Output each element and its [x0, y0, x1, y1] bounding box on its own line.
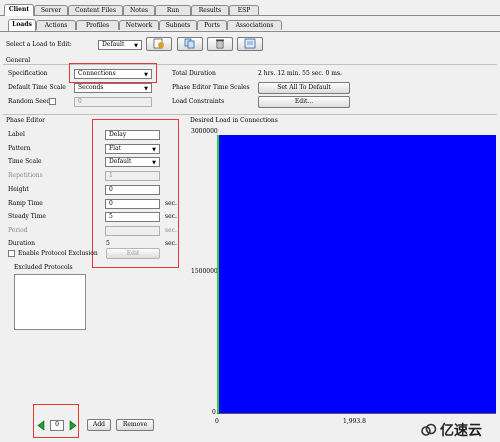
tab-content-files[interactable]: Content Files — [68, 5, 123, 15]
load-select[interactable]: Default ▼ — [98, 40, 142, 50]
tab-ports[interactable]: Ports — [197, 20, 227, 30]
specification-label: Specification — [8, 70, 48, 77]
chart-y-tick-bottom: 0 — [212, 409, 216, 416]
repetitions-label: Repetitions — [8, 172, 43, 179]
new-load-button[interactable] — [146, 37, 172, 51]
phase-label-label: Label — [8, 131, 25, 138]
tab-results[interactable]: Results — [191, 5, 229, 15]
set-all-default-button[interactable]: Set All To Default — [258, 82, 350, 94]
tab-run[interactable]: Run — [155, 5, 191, 15]
duration-label: Duration — [8, 240, 35, 247]
copy-load-icon — [184, 38, 195, 49]
cloud-logo-icon — [421, 423, 437, 436]
remove-phase-button[interactable]: Remove — [116, 419, 154, 431]
total-duration-value: 2 hrs. 12 min. 55 sec. 0 ms. — [258, 70, 342, 77]
tab-subnets[interactable]: Subnets — [159, 20, 197, 30]
enable-exclusion-label: Enable Protocol Exclusion — [18, 250, 98, 257]
tab-associations[interactable]: Associations — [227, 20, 282, 30]
chart-y-tick-top: 3000000 — [191, 128, 218, 135]
arrow-right-icon — [69, 420, 77, 431]
chart-x-tick-end: 1,993.8 — [343, 418, 366, 425]
tab-esp[interactable]: ESP — [229, 5, 259, 15]
steady-time-label: Steady Time — [8, 213, 46, 220]
load-constraints-label: Load Constraints — [172, 98, 225, 105]
chart-x-tick-start: 0 — [215, 418, 219, 425]
tab-client[interactable]: Client — [4, 4, 34, 16]
delete-load-button[interactable] — [207, 37, 233, 51]
add-phase-button[interactable]: Add — [87, 419, 111, 431]
excluded-protocols-list[interactable] — [14, 274, 86, 330]
delete-load-icon — [216, 39, 224, 49]
highlight-specification — [69, 63, 157, 83]
phase-editor-title: Phase Editor — [6, 117, 46, 124]
tab-profiles[interactable]: Profiles — [76, 20, 119, 30]
copy-load-button[interactable] — [177, 37, 203, 51]
sub-tab-bar: Loads Actions Profiles Network Subnets P… — [0, 19, 500, 31]
tab-server[interactable]: Server — [34, 5, 68, 15]
random-seed-checkbox[interactable] — [49, 98, 56, 105]
sub-tab-divider — [0, 31, 500, 32]
prev-phase-button[interactable] — [36, 420, 46, 431]
chart-series-line — [217, 135, 219, 413]
properties-icon — [244, 38, 256, 49]
phase-editor-divider — [3, 114, 497, 115]
default-time-scale-label: Default Time Scale — [8, 84, 66, 91]
tab-actions[interactable]: Actions — [36, 20, 76, 30]
enable-exclusion-checkbox[interactable] — [8, 250, 15, 257]
tab-notes[interactable]: Notes — [123, 5, 155, 15]
pattern-label: Pattern — [8, 145, 31, 152]
watermark-logo: 亿速云 — [420, 420, 482, 440]
default-time-scale-value: Seconds — [78, 84, 104, 91]
top-tab-divider — [0, 15, 500, 16]
load-select-label: Select a Load to Edit: — [6, 41, 72, 48]
phase-index-input[interactable]: 0 — [50, 420, 64, 431]
next-phase-button[interactable] — [68, 420, 78, 431]
ramp-time-label: Ramp Time — [8, 200, 43, 207]
chevron-down-icon: ▼ — [134, 43, 138, 49]
chart-plot-area — [217, 135, 496, 413]
excluded-protocols-label: Excluded Protocols — [14, 264, 73, 271]
period-label: Period — [8, 227, 28, 234]
tab-loads[interactable]: Loads — [8, 19, 36, 31]
default-time-scale-select[interactable]: Seconds ▼ — [74, 83, 152, 93]
properties-button[interactable] — [237, 37, 263, 51]
phase-editor-time-scales-label: Phase Editor Time Scales — [172, 84, 250, 91]
watermark-text: 亿速云 — [440, 423, 482, 439]
total-duration-label: Total Duration — [172, 70, 216, 77]
chart-y-tick-mid: 1500000 — [191, 268, 218, 275]
load-constraints-edit-button[interactable]: Edit... — [258, 96, 350, 108]
chart-title: Desired Load in Connections — [190, 117, 278, 124]
load-select-value: Default — [102, 41, 125, 48]
exclusion-edit-button[interactable]: Edit — [106, 248, 160, 259]
height-label: Height — [8, 186, 29, 193]
tab-network[interactable]: Network — [119, 20, 159, 30]
highlight-phase-editor — [92, 119, 179, 268]
new-load-icon — [153, 38, 164, 49]
random-seed-input[interactable]: 0 — [74, 97, 152, 107]
phase-time-scale-label: Time Scale — [8, 158, 42, 165]
arrow-left-icon — [37, 420, 45, 431]
random-seed-label: Random Seed — [8, 98, 51, 105]
chevron-down-icon: ▼ — [144, 86, 148, 92]
chart-x-axis — [217, 413, 496, 414]
